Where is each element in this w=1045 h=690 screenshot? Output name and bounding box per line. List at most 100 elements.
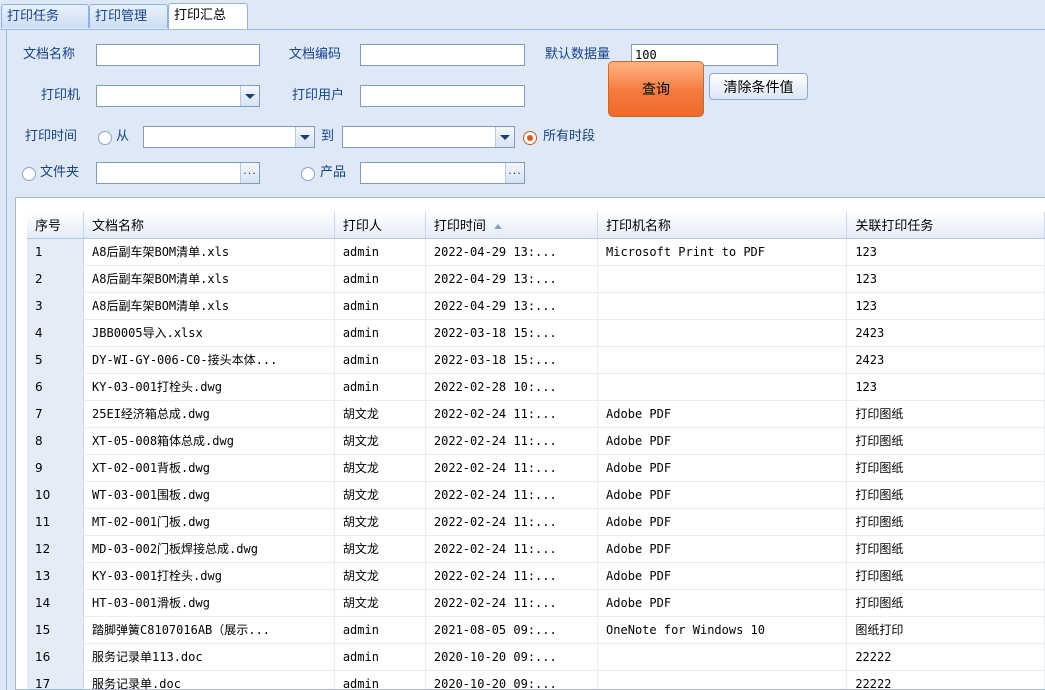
cell-print-time: 2022-03-18 15:...: [425, 346, 599, 374]
table-row[interactable]: 1 A8后副车架BOM清单.xls admin 2022-04-29 13:... Mi…: [27, 238, 1045, 266]
column-header-doc-name[interactable]: 文档名称: [83, 212, 335, 239]
doc-code-input[interactable]: [360, 44, 525, 66]
print-user-label: 打印用户: [292, 88, 345, 103]
cell-index: 15: [27, 616, 85, 644]
cell-printed-by: admin: [334, 373, 426, 401]
table-row[interactable]: 8 XT-05-008箱体总成.dwg 胡文龙 2022-02-24 11:... Ad…: [27, 427, 1045, 455]
product-picker[interactable]: ...: [360, 162, 525, 184]
folder-radio[interactable]: [22, 167, 36, 181]
printer-combo[interactable]: [96, 85, 260, 107]
table-row[interactable]: 11 MT-02-001门板.dwg 胡文龙 2022-02-24 11:... Ado…: [27, 508, 1045, 536]
table-row[interactable]: 16 服务记录单113.doc admin 2020-10-20 09:... 2222…: [27, 643, 1045, 671]
chevron-down-icon[interactable]: [295, 127, 314, 147]
table-row[interactable]: 4 JBB0005导入.xlsx admin 2022-03-18 15:... 242…: [27, 319, 1045, 347]
cell-linked-task: 123: [846, 265, 1045, 293]
table-row[interactable]: 10 WT-03-001围板.dwg 胡文龙 2022-02-24 11:... Ado…: [27, 481, 1045, 509]
cell-linked-task: 打印图纸: [846, 589, 1045, 617]
cell-doc-name: 踏脚弹簧C8107016AB（展示...: [83, 616, 335, 644]
cell-doc-name: WT-03-001围板.dwg: [83, 481, 335, 509]
table-row[interactable]: 6 KY-03-001打栓头.dwg admin 2022-02-28 10:... 1…: [27, 373, 1045, 401]
cell-doc-name: KY-03-001打栓头.dwg: [83, 562, 335, 590]
column-header-printer-name[interactable]: 打印机名称: [597, 212, 848, 239]
chevron-down-icon[interactable]: [495, 127, 514, 147]
cell-printed-by: admin: [334, 670, 426, 689]
cell-print-time: 2022-02-24 11:...: [425, 400, 599, 428]
print-time-label: 打印时间: [25, 129, 78, 144]
cell-printed-by: 胡文龙: [334, 589, 426, 617]
doc-name-input[interactable]: [96, 44, 260, 66]
table-body: 1 A8后副车架BOM清单.xls admin 2022-04-29 13:... Mi…: [27, 238, 1045, 689]
cell-printed-by: 胡文龙: [334, 508, 426, 536]
cell-index: 16: [27, 643, 85, 671]
table-row[interactable]: 14 HT-03-001滑板.dwg 胡文龙 2022-02-24 11:... Ado…: [27, 589, 1045, 617]
cell-index: 13: [27, 562, 85, 590]
table-row[interactable]: 9 XT-02-001背板.dwg 胡文龙 2022-02-24 11:... Adob…: [27, 454, 1045, 482]
print-summary-table: 序号 文档名称 打印人 打印时间 打印机名称 关联打印任务 1 A8后副车架BOM…: [27, 212, 1045, 689]
cell-print-time: 2022-03-18 15:...: [425, 319, 599, 347]
cell-linked-task: 2423: [846, 319, 1045, 347]
table-row[interactable]: 7 25EI经济箱总成.dwg 胡文龙 2022-02-24 11:... Adobe …: [27, 400, 1045, 428]
cell-printer-name: Adobe PDF: [597, 427, 848, 455]
folder-picker[interactable]: ...: [96, 162, 260, 184]
doc-name-label: 文档名称: [23, 47, 76, 62]
tab-print-tasks[interactable]: 打印任务: [1, 4, 89, 28]
table-row[interactable]: 15 踏脚弹簧C8107016AB（展示... admin 2021-08-05 09…: [27, 616, 1045, 644]
print-summary-grid: 序号 文档名称 打印人 打印时间 打印机名称 关联打印任务 1 A8后副车架BOM…: [15, 197, 1045, 690]
cell-index: 14: [27, 589, 85, 617]
to-date-combo[interactable]: [342, 126, 515, 148]
cell-doc-name: MT-02-001门板.dwg: [83, 508, 335, 536]
cell-linked-task: 22222: [846, 643, 1045, 671]
cell-printed-by: admin: [334, 616, 426, 644]
cell-doc-name: 服务记录单.doc: [83, 670, 335, 689]
all-periods-radio[interactable]: [523, 131, 537, 145]
table-row[interactable]: 13 KY-03-001打栓头.dwg 胡文龙 2022-02-24 11:... Ad…: [27, 562, 1045, 590]
all-periods-label: 所有时段: [543, 129, 596, 144]
table-row[interactable]: 5 DY-WI-GY-006-C0-接头本体... admin 2022-03-18 …: [27, 346, 1045, 374]
cell-print-time: 2020-10-20 09:...: [425, 643, 599, 671]
tab-print-summary[interactable]: 打印汇总: [168, 3, 248, 29]
cell-print-time: 2022-04-29 13:...: [425, 238, 599, 266]
cell-index: 1: [27, 238, 85, 266]
cell-print-time: 2022-02-28 10:...: [425, 373, 599, 401]
cell-linked-task: 22222: [846, 670, 1045, 689]
cell-printed-by: 胡文龙: [334, 427, 426, 455]
cell-linked-task: 打印图纸: [846, 508, 1045, 536]
cell-linked-task: 打印图纸: [846, 481, 1045, 509]
cell-print-time: 2022-02-24 11:...: [425, 427, 599, 455]
cell-linked-task: 2423: [846, 346, 1045, 374]
table-row[interactable]: 12 MD-03-002门板焊接总成.dwg 胡文龙 2022-02-24 11:..…: [27, 535, 1045, 563]
clear-conditions-button[interactable]: 清除条件值: [709, 73, 808, 100]
tab-print-management[interactable]: 打印管理: [89, 4, 168, 28]
cell-print-time: 2022-02-24 11:...: [425, 535, 599, 563]
cell-print-time: 2022-02-24 11:...: [425, 589, 599, 617]
cell-doc-name: A8后副车架BOM清单.xls: [83, 265, 335, 293]
cell-printer-name: [597, 373, 848, 401]
cell-index: 3: [27, 292, 85, 320]
table-row[interactable]: 17 服务记录单.doc admin 2020-10-20 09:... 22222: [27, 670, 1045, 689]
cell-doc-name: 服务记录单113.doc: [83, 643, 335, 671]
time-range-radio[interactable]: [98, 131, 112, 145]
chevron-down-icon[interactable]: [240, 86, 259, 106]
print-user-input[interactable]: [360, 85, 525, 107]
table-row[interactable]: 3 A8后副车架BOM清单.xls admin 2022-04-29 13:... 12…: [27, 292, 1045, 320]
product-radio[interactable]: [301, 167, 315, 181]
cell-index: 11: [27, 508, 85, 536]
cell-index: 10: [27, 481, 85, 509]
column-header-linked-task[interactable]: 关联打印任务: [846, 212, 1045, 239]
cell-printed-by: 胡文龙: [334, 481, 426, 509]
table-row[interactable]: 2 A8后副车架BOM清单.xls admin 2022-04-29 13:... 12…: [27, 265, 1045, 293]
from-date-combo[interactable]: [143, 126, 315, 148]
cell-index: 5: [27, 346, 85, 374]
cell-printer-name: Adobe PDF: [597, 508, 848, 536]
column-header-printed-by[interactable]: 打印人: [334, 212, 426, 239]
to-label: 到: [321, 129, 335, 144]
ellipsis-icon[interactable]: ...: [505, 163, 524, 183]
ellipsis-icon[interactable]: ...: [240, 163, 259, 183]
cell-print-time: 2022-02-24 11:...: [425, 454, 599, 482]
cell-index: 6: [27, 373, 85, 401]
column-header-index[interactable]: 序号: [27, 212, 85, 239]
column-header-print-time[interactable]: 打印时间: [425, 212, 599, 239]
query-button[interactable]: 查询: [608, 61, 704, 117]
cell-linked-task: 打印图纸: [846, 427, 1045, 455]
cell-doc-name: HT-03-001滑板.dwg: [83, 589, 335, 617]
